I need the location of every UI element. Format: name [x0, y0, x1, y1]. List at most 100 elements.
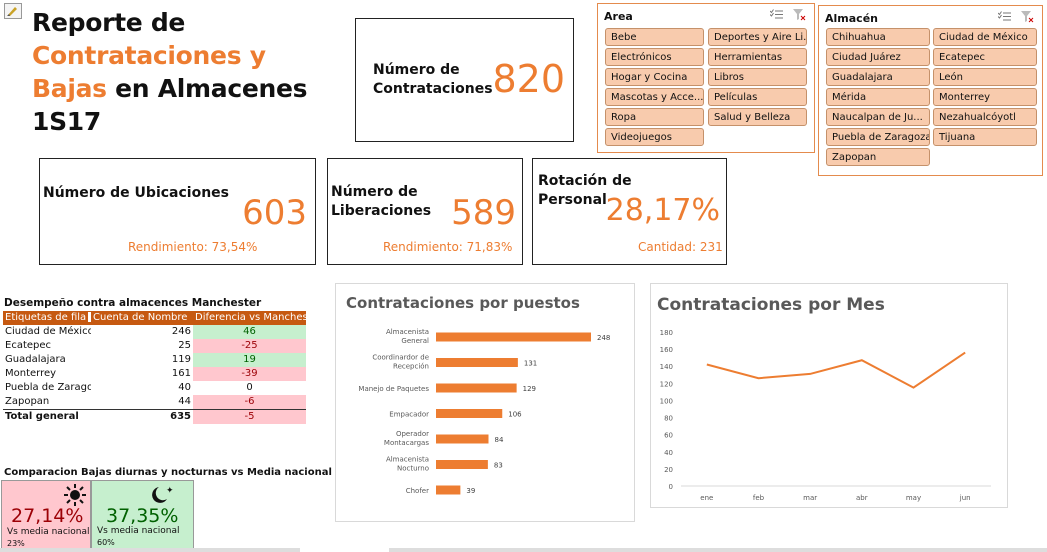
- kpi-contrataciones-card: Número de Contrataciones 820: [355, 18, 574, 142]
- slicer-item-bebe[interactable]: Bebe: [605, 28, 704, 46]
- x-tick-label: ene: [700, 494, 713, 502]
- slicer-item-zapopan[interactable]: Zapopan: [826, 148, 930, 166]
- pivot-title: Desempeño contra almacences Manchester: [4, 297, 262, 309]
- pivot-row[interactable]: Ciudad de México 246 46: [3, 325, 306, 339]
- x-tick-label: may: [906, 494, 921, 502]
- slicer-item-guadalajara[interactable]: Guadalajara: [826, 68, 930, 86]
- paintbrush-icon: [4, 3, 22, 19]
- kpi-liberaciones-label: Número de Liberaciones: [331, 184, 432, 219]
- pivot-total-count: 635: [170, 411, 191, 422]
- slicer-item-nezahualcoyotl[interactable]: Nezahualcóyotl: [933, 108, 1037, 126]
- kpi-contrataciones-label: Número de Contrataciones: [373, 62, 493, 97]
- night-ref: 60%: [97, 538, 115, 547]
- slicer-area-title: Area: [604, 10, 633, 23]
- kpi-ubicaciones-card: Número de Ubicaciones 603 Rendimiento: 7…: [39, 158, 316, 265]
- pivot-row-diff: 19: [193, 353, 306, 367]
- slicer-item-herramientas[interactable]: Herramientas: [708, 48, 807, 66]
- slicer-item-videojuegos[interactable]: Videojuegos: [605, 128, 704, 146]
- y-tick-label: 180: [660, 329, 673, 337]
- slicer-item-ropa[interactable]: Ropa: [605, 108, 704, 126]
- kpi-rotacion-value: 28,17%: [605, 193, 720, 228]
- kpi-contrataciones-value: 820: [492, 57, 565, 101]
- day-ref: 23%: [7, 539, 25, 548]
- bar: [436, 409, 503, 418]
- night-card: ✦ 37,35% Vs media nacional 60%: [91, 480, 194, 552]
- y-tick-label: 80: [664, 415, 673, 423]
- slicer-item-chihuahua[interactable]: Chihuahua: [826, 28, 930, 46]
- pivot-total-diff: -5: [193, 409, 306, 424]
- kpi-liberaciones-value: 589: [451, 193, 516, 233]
- bar: [436, 332, 591, 342]
- pivot-row-count: 25: [178, 340, 191, 351]
- slicer-item-ecatepec[interactable]: Ecatepec: [933, 48, 1037, 66]
- pivot-row[interactable]: Guadalajara 119 19: [3, 353, 306, 367]
- slicer-item-mascotas[interactable]: Mascotas y Acce...: [605, 88, 704, 106]
- bar-category-label: Almacenista General: [386, 328, 429, 345]
- pivot-row-label: Ciudad de México: [5, 326, 91, 337]
- pivot-row[interactable]: Ecatepec 25 -25: [3, 339, 306, 353]
- slicer-item-juarez[interactable]: Ciudad Juárez: [826, 48, 930, 66]
- report-title: Reporte de Contrataciones y Bajas en Alm…: [32, 8, 308, 136]
- bar: [436, 358, 518, 367]
- slicer-item-monterrey[interactable]: Monterrey: [933, 88, 1037, 106]
- moon-icon: ✦: [152, 486, 174, 503]
- bar-category-label: Operador Montacargas: [384, 430, 429, 447]
- bar-category-label: Empacador: [389, 411, 429, 419]
- bar-category-label: Chofer: [406, 487, 429, 495]
- night-value: 37,35%: [106, 505, 179, 527]
- bar-data-label: 129: [523, 385, 536, 393]
- bar: [436, 383, 517, 393]
- pivot-row-count: 161: [171, 368, 191, 379]
- slicer-item-hogar[interactable]: Hogar y Cocina: [605, 68, 704, 86]
- slicer-item-salud[interactable]: Salud y Belleza: [708, 108, 807, 126]
- kpi-rotacion-card: Rotación de Personal 28,17% Cantidad: 23…: [532, 158, 727, 265]
- slicer-item-merida[interactable]: Mérida: [826, 88, 930, 106]
- slicer-item-cdmx[interactable]: Ciudad de México: [933, 28, 1037, 46]
- night-label: Vs media nacional: [97, 526, 180, 536]
- x-tick-label: feb: [753, 494, 765, 502]
- pivot-row[interactable]: Monterrey 161 -39: [3, 367, 306, 381]
- bar: [436, 434, 489, 444]
- slicer-item-tijuana[interactable]: Tijuana: [933, 128, 1037, 146]
- slicer-item-naucalpan[interactable]: Naucalpan de Ju...: [826, 108, 930, 126]
- horizontal-scrollbar[interactable]: [389, 548, 1047, 552]
- kpi-ubicaciones-sub: Rendimiento: 73,54%: [128, 240, 258, 254]
- bar: [436, 485, 461, 495]
- day-label: Vs media nacional: [7, 527, 90, 537]
- horizontal-scrollbar[interactable]: [0, 548, 300, 552]
- day-card: 27,14% Vs media nacional 23%: [1, 480, 91, 552]
- y-tick-label: 160: [660, 346, 673, 354]
- pivot-total-label: Total general: [5, 411, 79, 422]
- slicer-item-deportes[interactable]: Deportes y Aire Li...: [708, 28, 807, 46]
- kpi-ubicaciones-label: Número de Ubicaciones: [43, 185, 229, 201]
- pivot-header-row-labels[interactable]: Etiquetas de fila▾: [3, 311, 91, 325]
- bar-category-label: Coordinardor de Recepción: [372, 354, 429, 371]
- bar-data-label: 131: [524, 360, 537, 368]
- pivot-row-count: 246: [171, 326, 191, 337]
- multi-select-icon[interactable]: [998, 11, 1011, 22]
- slicer-item-libros[interactable]: Libros: [708, 68, 807, 86]
- clear-filter-icon[interactable]: [1021, 11, 1034, 23]
- pivot-row-label: Ecatepec: [5, 340, 52, 351]
- filter-dropdown-icon[interactable]: ▾: [88, 312, 91, 322]
- slicer-item-electronicos[interactable]: Electrónicos: [605, 48, 704, 66]
- chart-mes[interactable]: Contrataciones por Mes 0 20 40 60 80 100 120 14…: [650, 283, 1008, 508]
- chart-puestos[interactable]: Contrataciones por puestos Almacenista Ge…: [335, 283, 635, 522]
- pivot-header-diff: Diferencia vs Manchester: [193, 311, 306, 325]
- pivot-row[interactable]: Zapopan 44 -6: [3, 395, 306, 410]
- pivot-row-diff: 46: [193, 325, 306, 339]
- pivot-row-diff: -39: [193, 367, 306, 381]
- bar-data-label: 83: [494, 462, 503, 470]
- pivot-row[interactable]: Puebla de Zaragoz 40 0: [3, 381, 306, 395]
- slicer-item-leon[interactable]: León: [933, 68, 1037, 86]
- clear-filter-icon[interactable]: [793, 9, 806, 21]
- y-tick-label: 60: [664, 432, 673, 440]
- multi-select-icon[interactable]: [770, 9, 783, 20]
- slicer-area: Area Bebe Deportes y Aire Li... Electrón…: [597, 3, 815, 153]
- pivot-row-diff: -6: [193, 395, 306, 410]
- slicer-item-peliculas[interactable]: Películas: [708, 88, 807, 106]
- slicer-item-puebla[interactable]: Puebla de Zaragoza: [826, 128, 930, 146]
- pivot-row-diff: -25: [193, 339, 306, 353]
- pivot-row-count: 119: [171, 354, 191, 365]
- pivot-row-count: 40: [178, 382, 191, 393]
